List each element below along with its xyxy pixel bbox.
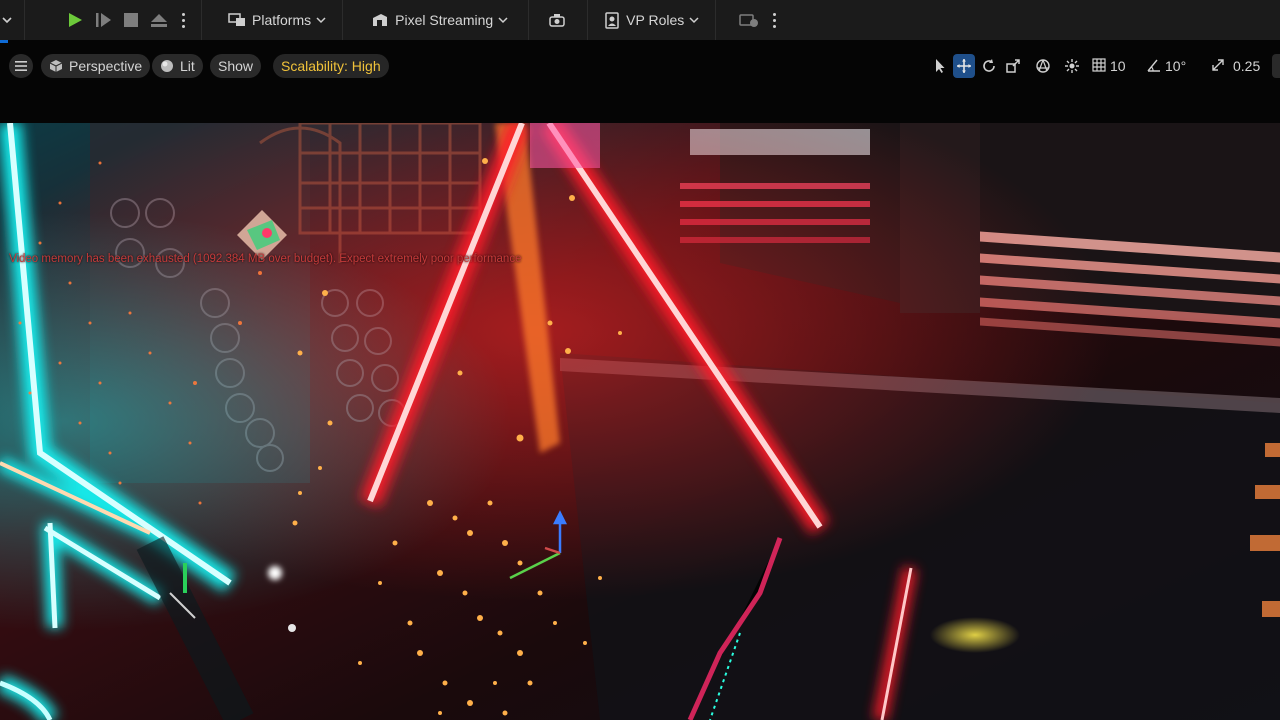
pixel-streaming-icon: [371, 12, 389, 28]
translate-tool-icon[interactable]: [953, 54, 975, 78]
main-toolbar: Platforms Pixel Streaming VP Roles: [0, 0, 1280, 40]
extra-group: [716, 0, 792, 40]
scale-tool-icon[interactable]: [1002, 54, 1024, 78]
view-mode-label: Perspective: [69, 58, 143, 74]
level-viewport[interactable]: Video memory has been exhausted (1092.38…: [0, 123, 1280, 720]
scale-snap-icon: [1211, 58, 1225, 75]
video-memory-warning: Video memory has been exhausted (1092.38…: [9, 253, 522, 265]
cube-icon: [49, 59, 63, 73]
play-controls: [25, 0, 202, 40]
stop-icon[interactable]: [117, 6, 145, 34]
rotate-tool-icon[interactable]: [978, 54, 1000, 78]
pixel-streaming-label: Pixel Streaming: [395, 12, 494, 28]
vp-roles-group: VP Roles: [588, 0, 717, 40]
chevron-down-icon: [689, 17, 699, 24]
show-button[interactable]: Show: [210, 54, 262, 78]
chevron-down-icon: [316, 17, 326, 24]
scalability-button[interactable]: Scalability: High: [273, 54, 389, 78]
lighting-mode-label: Lit: [180, 58, 195, 74]
viewport-menu-button[interactable]: [9, 54, 33, 78]
grid-snap-value: 10: [1110, 58, 1126, 74]
angle-snap-icon: [1147, 58, 1161, 75]
camera-speed-button[interactable]: [1272, 54, 1280, 78]
chevron-down-icon: [498, 17, 508, 24]
surface-snapping-icon[interactable]: [1061, 54, 1083, 78]
scene-render: [0, 123, 1280, 720]
lighting-mode-button[interactable]: Lit: [152, 54, 203, 78]
vp-roles-dropdown[interactable]: VP Roles: [600, 6, 703, 34]
grid-snap-icon: [1092, 57, 1106, 75]
viewport-toolbar: Perspective Lit Show Scalability: High 1…: [0, 43, 1280, 123]
show-label: Show: [218, 58, 254, 74]
platforms-label: Platforms: [252, 12, 312, 28]
viewport-toolbar-row: Perspective Lit Show Scalability: High 1…: [0, 54, 1280, 78]
eject-icon[interactable]: [145, 6, 173, 34]
scale-snap-value: 0.25: [1233, 58, 1261, 74]
hamburger-icon: [15, 61, 27, 71]
extra-options-kebab-icon[interactable]: [764, 6, 784, 34]
platforms-group: Platforms: [202, 0, 344, 40]
step-forward-icon[interactable]: [89, 6, 117, 34]
lit-sphere-icon: [160, 59, 174, 73]
scale-snap-toggle[interactable]: 0.25: [1211, 54, 1260, 78]
scalability-label: Scalability: High: [281, 58, 381, 74]
toolbar-chevron-down-icon[interactable]: [0, 6, 16, 34]
play-icon[interactable]: [61, 6, 89, 34]
platforms-dropdown[interactable]: Platforms: [224, 6, 330, 34]
vp-roles-label: VP Roles: [626, 12, 685, 28]
vp-roles-icon: [604, 11, 620, 29]
rotation-snap-value: 10°: [1165, 58, 1187, 74]
platforms-icon: [228, 12, 246, 28]
pixel-streaming-group: Pixel Streaming: [343, 0, 530, 40]
rotation-snap-toggle[interactable]: 10°: [1147, 54, 1186, 78]
left-toolbar-group: [0, 0, 25, 40]
view-mode-button[interactable]: Perspective: [41, 54, 151, 78]
camera-link-icon[interactable]: [543, 6, 571, 34]
world-local-icon[interactable]: [1032, 54, 1054, 78]
multi-user-icon[interactable]: [734, 6, 764, 34]
camera-group: [529, 0, 589, 40]
grid-snap-toggle[interactable]: 10: [1092, 54, 1126, 78]
pixel-streaming-dropdown[interactable]: Pixel Streaming: [367, 6, 512, 34]
play-options-kebab-icon[interactable]: [173, 6, 193, 34]
select-tool-icon[interactable]: [929, 54, 951, 78]
